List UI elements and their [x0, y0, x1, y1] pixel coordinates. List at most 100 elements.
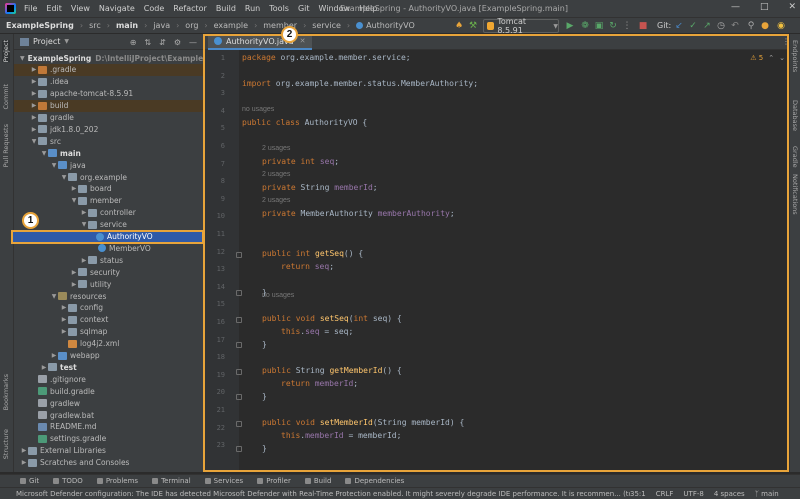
- tool-tab-endpoints[interactable]: Endpoints: [791, 40, 799, 72]
- history-icon[interactable]: ◷: [716, 21, 726, 31]
- chevron-down-icon[interactable]: ▼: [40, 150, 48, 157]
- hammer-icon[interactable]: ⚒: [468, 21, 478, 31]
- maximize-icon[interactable]: □: [760, 2, 769, 12]
- tree-item[interactable]: build.gradle: [14, 385, 203, 397]
- chevron-down-icon[interactable]: ▼: [30, 138, 38, 145]
- chevron-right-icon[interactable]: ▶: [30, 78, 38, 85]
- chevron-right-icon[interactable]: ▶: [30, 90, 38, 97]
- tool-tab-structure[interactable]: Structure: [2, 429, 10, 459]
- chevron-right-icon[interactable]: ▶: [70, 185, 78, 192]
- select-opened-file-icon[interactable]: ⊕: [130, 38, 137, 47]
- tool-tab-gradle[interactable]: Gradle: [791, 146, 799, 168]
- menu-code[interactable]: Code: [144, 4, 164, 13]
- menu-run[interactable]: Run: [245, 4, 260, 13]
- chevron-down-icon[interactable]: ▼: [60, 174, 68, 181]
- debug-icon[interactable]: ❁: [580, 21, 590, 31]
- tree-item[interactable]: ▼ service: [14, 219, 203, 231]
- tree-item[interactable]: .gitignore: [14, 373, 203, 385]
- tree-item[interactable]: MemberVO: [14, 242, 203, 254]
- chevron-right-icon[interactable]: ▶: [70, 269, 78, 276]
- tree-item[interactable]: ▶ .gradle: [14, 63, 203, 76]
- chevron-right-icon[interactable]: ▶: [30, 114, 38, 121]
- tree-item[interactable]: AuthorityVO: [11, 229, 204, 244]
- tree-item[interactable]: ▶ status: [14, 254, 203, 266]
- chevron-right-icon[interactable]: ▶: [60, 316, 68, 323]
- tree-item[interactable]: ▼ resources: [14, 290, 203, 302]
- tree-item[interactable]: ▶ sqlmap: [14, 326, 203, 338]
- breadcrumb-main[interactable]: main: [110, 21, 138, 30]
- tree-item[interactable]: gradlew.bat: [14, 409, 203, 421]
- git-update-icon[interactable]: ↙: [674, 21, 684, 31]
- tool-tab-commit[interactable]: Commit: [2, 84, 10, 110]
- breadcrumb-example[interactable]: example: [208, 21, 248, 30]
- tool-dependencies[interactable]: Dependencies: [345, 477, 404, 485]
- coverage-icon[interactable]: ▣: [594, 21, 604, 31]
- tree-item[interactable]: ▶ jdk1.8.0_202: [14, 123, 203, 135]
- chevron-right-icon[interactable]: ▶: [60, 328, 68, 335]
- menu-refactor[interactable]: Refactor: [173, 4, 207, 13]
- tree-item[interactable]: gradlew: [14, 397, 203, 409]
- gear-icon[interactable]: ⚙: [174, 38, 181, 47]
- tree-item[interactable]: README.md: [14, 421, 203, 433]
- run-icon[interactable]: ▶: [565, 21, 575, 31]
- tree-item[interactable]: ▼ java: [14, 159, 203, 171]
- person-icon[interactable]: ♠: [454, 21, 464, 31]
- chevron-down-icon[interactable]: ▼: [20, 55, 25, 62]
- hide-icon[interactable]: —: [189, 38, 197, 47]
- chevron-right-icon[interactable]: ▶: [70, 281, 78, 288]
- run-configuration-select[interactable]: Tomcat 8.5.91 ▼: [483, 17, 559, 35]
- tool-todo[interactable]: TODO: [53, 477, 83, 485]
- breadcrumb-src[interactable]: src: [83, 21, 101, 30]
- caret-position[interactable]: 35:1: [630, 490, 646, 498]
- tree-item[interactable]: ▶ test: [14, 361, 203, 373]
- tree-item[interactable]: ▶ build: [14, 99, 203, 112]
- chevron-right-icon[interactable]: ▶: [30, 126, 38, 133]
- file-encoding[interactable]: UTF-8: [683, 490, 703, 498]
- menu-edit[interactable]: Edit: [46, 4, 62, 13]
- tree-item[interactable]: ▶ External Libraries: [14, 445, 203, 457]
- git-branch[interactable]: ᛉ main: [755, 490, 779, 498]
- tree-item[interactable]: ▼ src: [14, 135, 203, 147]
- project-panel-title[interactable]: Project: [33, 37, 60, 46]
- stop-icon[interactable]: ■: [638, 21, 648, 31]
- breadcrumb-org[interactable]: org: [179, 21, 198, 30]
- breadcrumb-service[interactable]: service: [306, 21, 341, 30]
- menu-build[interactable]: Build: [216, 4, 236, 13]
- tree-item[interactable]: ▶ context: [14, 314, 203, 326]
- tool-tab-database[interactable]: Database: [791, 100, 799, 131]
- menu-file[interactable]: File: [24, 4, 37, 13]
- tool-tab-pull-requests[interactable]: Pull Requests: [2, 124, 10, 167]
- chevron-right-icon[interactable]: ▶: [50, 352, 58, 359]
- breadcrumb-java[interactable]: java: [147, 21, 170, 30]
- tree-item[interactable]: ▶ utility: [14, 278, 203, 290]
- indent-setting[interactable]: 4 spaces: [714, 490, 745, 498]
- search-icon[interactable]: ⚲: [746, 21, 756, 31]
- tree-item[interactable]: ▶ security: [14, 266, 203, 278]
- tree-item[interactable]: log4j2.xml: [14, 338, 203, 350]
- tree-item[interactable]: ▼ member: [14, 195, 203, 207]
- tree-item[interactable]: ▶ gradle: [14, 112, 203, 124]
- tool-git[interactable]: Git: [20, 477, 39, 485]
- collapse-all-icon[interactable]: ⇵: [159, 38, 166, 47]
- tool-services[interactable]: Services: [204, 477, 243, 485]
- update-icon[interactable]: ●: [760, 21, 770, 31]
- breadcrumb-project[interactable]: ExampleSpring: [0, 21, 74, 30]
- more-run-icon[interactable]: ⋮: [622, 21, 632, 31]
- tool-terminal[interactable]: Terminal: [152, 477, 191, 485]
- git-push-icon[interactable]: ↗: [702, 21, 712, 31]
- tool-tab-bookmarks[interactable]: Bookmarks: [2, 374, 10, 410]
- expand-all-icon[interactable]: ⇅: [144, 38, 151, 47]
- tool-problems[interactable]: Problems: [96, 477, 138, 485]
- tool-build[interactable]: Build: [304, 477, 331, 485]
- tree-item[interactable]: ▼ ExampleSpring D:\IntelliJProject\Example…: [14, 52, 231, 64]
- tree-item[interactable]: ▶ board: [14, 183, 203, 195]
- chevron-right-icon[interactable]: ▶: [20, 447, 28, 454]
- tool-profiler[interactable]: Profiler: [257, 477, 291, 485]
- chevron-down-icon[interactable]: ▼: [64, 38, 69, 45]
- menu-tools[interactable]: Tools: [269, 4, 289, 13]
- chevron-right-icon[interactable]: ▶: [30, 102, 38, 109]
- tool-tab-notifications[interactable]: Notifications: [791, 174, 799, 215]
- chevron-right-icon[interactable]: ▶: [80, 209, 88, 216]
- tree-item[interactable]: settings.gradle: [14, 433, 203, 445]
- menu-view[interactable]: View: [71, 4, 90, 13]
